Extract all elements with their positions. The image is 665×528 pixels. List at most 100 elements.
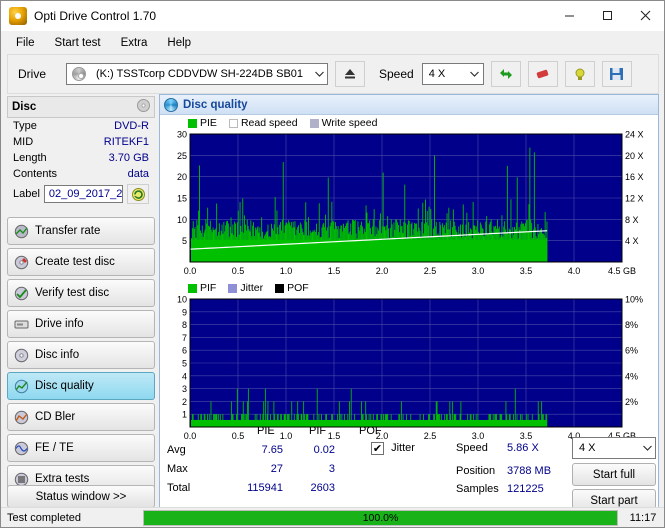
disc-mid-value: RITEKF1 (103, 136, 149, 148)
drive-select[interactable]: (K:) TSSTcorp CDDVDW SH-224DB SB01 (66, 63, 328, 85)
legend-item-pof: POF (275, 282, 309, 294)
position-stat-value: 3788 MB (507, 465, 552, 477)
svg-text:10%: 10% (625, 295, 643, 305)
stats-row-max-label: Max (167, 463, 188, 475)
bulb-button[interactable] (564, 61, 595, 87)
status-bar: Test completed 100.0% 11:17 (1, 507, 664, 527)
close-button[interactable] (626, 1, 664, 31)
speed-select[interactable]: 4 X (421, 63, 484, 85)
sidebar-item-label: FE / TE (35, 442, 74, 454)
svg-text:5: 5 (182, 359, 187, 369)
disc-type-label: Type (13, 120, 37, 132)
disc-info-panel: Type DVD-R MID RITEKF1 Length 3.70 GB Co… (7, 118, 155, 214)
sidebar-item-label: Drive info (35, 318, 84, 330)
svg-text:12 X: 12 X (625, 194, 644, 204)
svg-text:4.0: 4.0 (568, 266, 581, 276)
eraser-button[interactable] (527, 61, 558, 87)
cd-bler-icon (14, 410, 29, 425)
stats-avg-pif: 0.02 (313, 444, 335, 456)
disc-length-label: Length (13, 152, 47, 164)
menu-extra[interactable]: Extra (112, 34, 157, 52)
clock: 11:17 (629, 511, 657, 524)
drive-toolbar: Drive (K:) TSSTcorp CDDVDW SH-224DB SB01… (7, 54, 659, 94)
legend-label-pif: PIF (200, 282, 217, 294)
svg-text:8%: 8% (625, 320, 638, 330)
disc-contents-value: data (127, 168, 149, 180)
disc-info-row: MID RITEKF1 (7, 134, 155, 150)
disc-label-row: Label 02_09_2017_2 (7, 182, 155, 206)
disc-refresh-button[interactable] (127, 184, 149, 204)
menu-file[interactable]: File (7, 34, 44, 52)
svg-text:0.5: 0.5 (232, 266, 245, 276)
stats-row-avg-label: Avg (167, 444, 186, 456)
disc-label-field[interactable]: 02_09_2017_2 (43, 185, 124, 203)
save-button[interactable] (601, 61, 632, 87)
minimize-button[interactable] (550, 1, 588, 31)
legend-item-pie: PIE (188, 117, 217, 129)
svg-text:1.5: 1.5 (328, 266, 341, 276)
svg-text:7: 7 (182, 333, 187, 343)
maximize-button[interactable] (588, 1, 626, 31)
svg-text:6%: 6% (625, 346, 638, 356)
app-icon (9, 6, 27, 25)
sidebar-item-label: Transfer rate (35, 225, 101, 237)
svg-text:2.0: 2.0 (376, 266, 389, 276)
chevron-down-icon (639, 438, 655, 458)
stats-col-pif: PIF (309, 425, 327, 437)
svg-text:3.5: 3.5 (520, 266, 533, 276)
title-bar: Opti Drive Control 1.70 (1, 1, 664, 31)
eject-button[interactable] (335, 61, 365, 87)
legend-item-read-speed: Read speed (228, 117, 298, 129)
svg-text:1: 1 (182, 410, 187, 420)
status-window-button[interactable]: Status window >> (7, 485, 155, 508)
svg-text:24 X: 24 X (625, 130, 644, 140)
menu-start-test[interactable]: Start test (46, 34, 110, 52)
progress-bar: 100.0% (143, 509, 618, 526)
svg-text:4: 4 (182, 371, 187, 381)
stats-max-pif: 3 (328, 463, 335, 475)
svg-text:3.0: 3.0 (472, 266, 485, 276)
menu-help[interactable]: Help (158, 34, 200, 52)
result-speed-select[interactable]: 4 X (572, 437, 656, 459)
sidebar-item-disc-quality[interactable]: Disc quality (7, 372, 155, 400)
legend-swatch-pie (188, 118, 197, 128)
sidebar-item-fe-te[interactable]: FE / TE (7, 434, 155, 462)
samples-stat-value: 121225 (507, 483, 544, 495)
verify-test-disc-icon (14, 286, 29, 301)
stats-total-pif: 2603 (310, 482, 335, 494)
legend-swatch-pif (188, 283, 197, 293)
sidebar-item-cd-bler[interactable]: CD Bler (7, 403, 155, 431)
jitter-checkbox[interactable]: ✔ (371, 442, 384, 455)
disc-info-row: Length 3.70 GB (7, 150, 155, 166)
sidebar-item-drive-info[interactable]: Drive info (7, 310, 155, 338)
jitter-label: Jitter (391, 442, 415, 455)
svg-text:20: 20 (177, 172, 187, 182)
refresh-button[interactable] (490, 61, 521, 87)
sidebar-item-label: Verify test disc (35, 287, 110, 299)
disc-icon-small (137, 99, 150, 115)
sidebar-item-disc-info[interactable]: Disc info (7, 341, 155, 369)
sidebar-item-verify-test-disc[interactable]: Verify test disc (7, 279, 155, 307)
window-title: Opti Drive Control 1.70 (34, 8, 157, 23)
svg-text:2.5: 2.5 (424, 266, 437, 276)
sidebar-item-label: CD Bler (35, 411, 76, 423)
chevron-down-icon (311, 64, 327, 84)
svg-text:4%: 4% (625, 371, 638, 381)
sidebar-item-transfer-rate[interactable]: Transfer rate (7, 217, 155, 245)
stats-total-pie: 115941 (247, 482, 283, 494)
disc-type-value: DVD-R (114, 120, 149, 132)
chart-pie-svg: 5 10 15 20 25 30 0.0 0.5 1.0 1.5 2.0 2.5 3.0 3.5 4.0 4.… (177, 130, 644, 276)
svg-text:3: 3 (182, 384, 187, 394)
stats-col-pie: PIE (257, 425, 275, 437)
legend-swatch-jitter (228, 283, 238, 293)
sidebar-item-create-test-disc[interactable]: Create test disc (7, 248, 155, 276)
svg-text:2: 2 (182, 397, 187, 407)
start-full-button[interactable]: Start full (572, 463, 656, 486)
disc-info-row: Contents data (7, 166, 155, 182)
app-window: Opti Drive Control 1.70 File Start test … (0, 0, 665, 528)
chart2-legend: PIF Jitter POF (160, 278, 658, 295)
svg-text:25: 25 (177, 151, 187, 161)
svg-text:10: 10 (177, 295, 187, 305)
svg-text:30: 30 (177, 130, 187, 140)
transfer-rate-icon (14, 224, 29, 239)
